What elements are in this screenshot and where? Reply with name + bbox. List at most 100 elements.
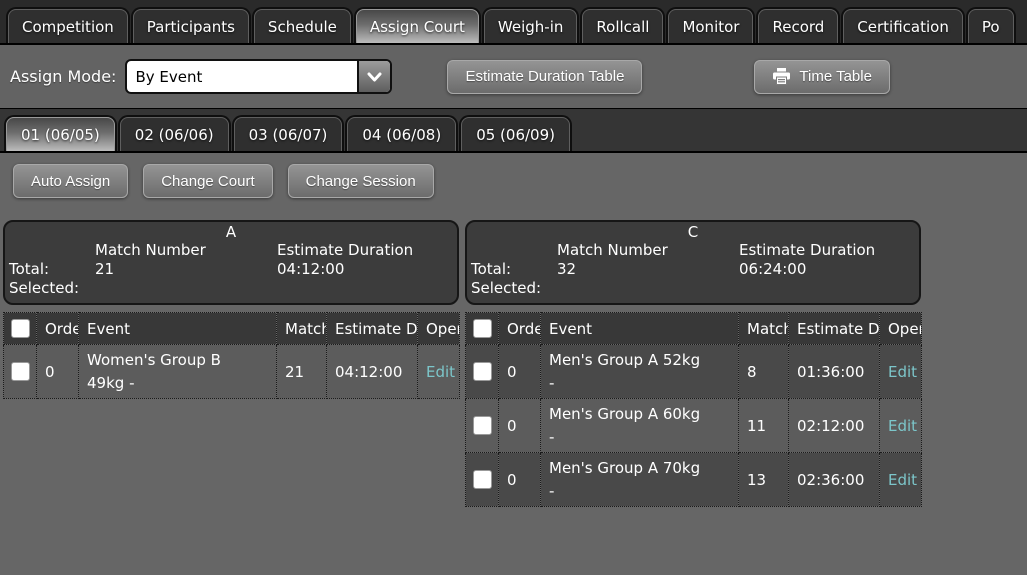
event-column-header: Event — [79, 313, 277, 345]
event-cell: Women's Group B 49kg - — [87, 349, 247, 394]
day-tab-01-06-05[interactable]: 01 (06/05) — [6, 117, 115, 151]
event-column-header: Event — [541, 313, 739, 345]
oper-column-header: Oper — [880, 313, 922, 345]
top-tab-record[interactable]: Record — [758, 9, 838, 43]
total-estimate-duration: 06:24:00 — [739, 260, 915, 279]
top-tab-monitor[interactable]: Monitor — [668, 9, 753, 43]
court-section: A Match Number Estimate Duration Total: … — [3, 220, 459, 507]
estimate-column-header: Estimate D — [327, 313, 418, 345]
match-cell: 11 — [739, 399, 789, 453]
match-cell: 21 — [277, 345, 327, 399]
assign-mode-select[interactable]: By Event — [125, 59, 392, 94]
court-name: C — [471, 224, 915, 241]
assign-mode-label: Assign Mode: — [10, 67, 116, 86]
top-tab-weigh-in[interactable]: Weigh-in — [484, 9, 577, 43]
estimate-column-header: Estimate D — [789, 313, 880, 345]
day-tab-04-06-08[interactable]: 04 (06/08) — [347, 117, 456, 151]
spacer — [9, 241, 95, 260]
order-cell: 0 — [499, 453, 541, 507]
match-cell: 8 — [739, 345, 789, 399]
change-session-label: Change Session — [306, 173, 416, 190]
order-column-header: Orde — [499, 313, 541, 345]
main-tab-bar: CompetitionParticipantsScheduleAssign Co… — [0, 0, 1027, 45]
day-tab-02-06-06[interactable]: 02 (06/06) — [120, 117, 229, 151]
selected-match-number — [95, 279, 277, 298]
actions-bar: Auto Assign Change Court Change Session — [0, 153, 1027, 220]
order-cell: 0 — [37, 345, 79, 399]
row-checkbox[interactable] — [473, 362, 492, 381]
assign-mode-selected-value: By Event — [127, 61, 357, 92]
court-events-table: Orde Event Match Estimate D Oper 0 Men's… — [465, 312, 922, 507]
edit-link[interactable]: Edit — [888, 417, 917, 435]
order-cell: 0 — [499, 399, 541, 453]
event-row: 0 Men's Group A 52kg - 8 01:36:00 Edit — [466, 345, 922, 399]
assign-mode-bar: Assign Mode: By Event Estimate Duration … — [0, 45, 1027, 108]
top-tab-rollcall[interactable]: Rollcall — [582, 9, 663, 43]
assign-court-page: { "colors":{"accent_teal":"#7cc6ca"}, "t… — [0, 0, 1027, 575]
select-dropdown-button[interactable] — [357, 61, 390, 92]
total-estimate-duration: 04:12:00 — [277, 260, 453, 279]
selected-label: Selected: — [471, 279, 557, 298]
match-column-header: Match — [739, 313, 789, 345]
event-row: 0 Men's Group A 60kg - 11 02:12:00 Edit — [466, 399, 922, 453]
edit-link[interactable]: Edit — [888, 363, 917, 381]
court-name: A — [9, 224, 453, 241]
courts-container: A Match Number Estimate Duration Total: … — [0, 220, 1027, 507]
estimate-cell: 01:36:00 — [789, 345, 880, 399]
top-tab-po[interactable]: Po — [968, 9, 1014, 43]
event-row: 0 Women's Group B 49kg - 21 04:12:00 Edi… — [4, 345, 460, 399]
total-label: Total: — [9, 260, 95, 279]
top-tab-assign-court[interactable]: Assign Court — [356, 9, 479, 43]
match-column-header: Match — [277, 313, 327, 345]
estimate-cell: 02:12:00 — [789, 399, 880, 453]
spacer — [471, 241, 557, 260]
day-tab-bar: 01 (06/05)02 (06/06)03 (06/07)04 (06/08)… — [0, 108, 1027, 153]
auto-assign-label: Auto Assign — [31, 173, 110, 190]
court-summary-panel: C Match Number Estimate Duration Total: … — [465, 220, 921, 305]
top-tab-certification[interactable]: Certification — [843, 9, 963, 43]
total-match-number: 21 — [95, 260, 277, 279]
top-tab-participants[interactable]: Participants — [133, 9, 249, 43]
printer-icon — [772, 68, 791, 85]
total-label: Total: — [471, 260, 557, 279]
auto-assign-button[interactable]: Auto Assign — [13, 164, 128, 198]
select-all-checkbox[interactable] — [11, 319, 30, 338]
match-number-label: Match Number — [557, 241, 739, 260]
estimate-duration-label: Estimate Duration — [739, 241, 915, 260]
court-section: C Match Number Estimate Duration Total: … — [465, 220, 921, 507]
oper-column-header: Oper — [418, 313, 460, 345]
edit-link[interactable]: Edit — [426, 363, 455, 381]
estimate-cell: 04:12:00 — [327, 345, 418, 399]
selected-match-number — [557, 279, 739, 298]
selected-estimate-duration — [739, 279, 915, 298]
select-all-checkbox[interactable] — [473, 319, 492, 338]
estimate-duration-label: Estimate Duration — [277, 241, 453, 260]
row-checkbox[interactable] — [473, 416, 492, 435]
row-checkbox[interactable] — [473, 470, 492, 489]
time-table-button[interactable]: Time Table — [754, 60, 890, 94]
top-tab-schedule[interactable]: Schedule — [254, 9, 351, 43]
change-session-button[interactable]: Change Session — [288, 164, 434, 198]
row-checkbox[interactable] — [11, 362, 30, 381]
court-events-table: Orde Event Match Estimate D Oper 0 Women… — [3, 312, 460, 399]
court-summary-panel: A Match Number Estimate Duration Total: … — [3, 220, 459, 305]
total-match-number: 32 — [557, 260, 739, 279]
day-tab-03-06-07[interactable]: 03 (06/07) — [234, 117, 343, 151]
estimate-duration-table-button[interactable]: Estimate Duration Table — [447, 60, 642, 94]
change-court-button[interactable]: Change Court — [143, 164, 272, 198]
day-tab-05-06-09[interactable]: 05 (06/09) — [461, 117, 570, 151]
order-column-header: Orde — [37, 313, 79, 345]
match-cell: 13 — [739, 453, 789, 507]
estimate-cell: 02:36:00 — [789, 453, 880, 507]
chevron-down-icon — [367, 72, 382, 82]
event-cell: Men's Group A 60kg - — [549, 403, 709, 448]
table-header-row: Orde Event Match Estimate D Oper — [4, 313, 460, 345]
event-cell: Men's Group A 70kg - — [549, 457, 709, 502]
selected-label: Selected: — [9, 279, 95, 298]
top-tab-competition[interactable]: Competition — [8, 9, 128, 43]
event-cell: Men's Group A 52kg - — [549, 349, 709, 394]
change-court-label: Change Court — [161, 173, 254, 190]
event-row: 0 Men's Group A 70kg - 13 02:36:00 Edit — [466, 453, 922, 507]
time-table-label: Time Table — [799, 68, 872, 85]
edit-link[interactable]: Edit — [888, 471, 917, 489]
